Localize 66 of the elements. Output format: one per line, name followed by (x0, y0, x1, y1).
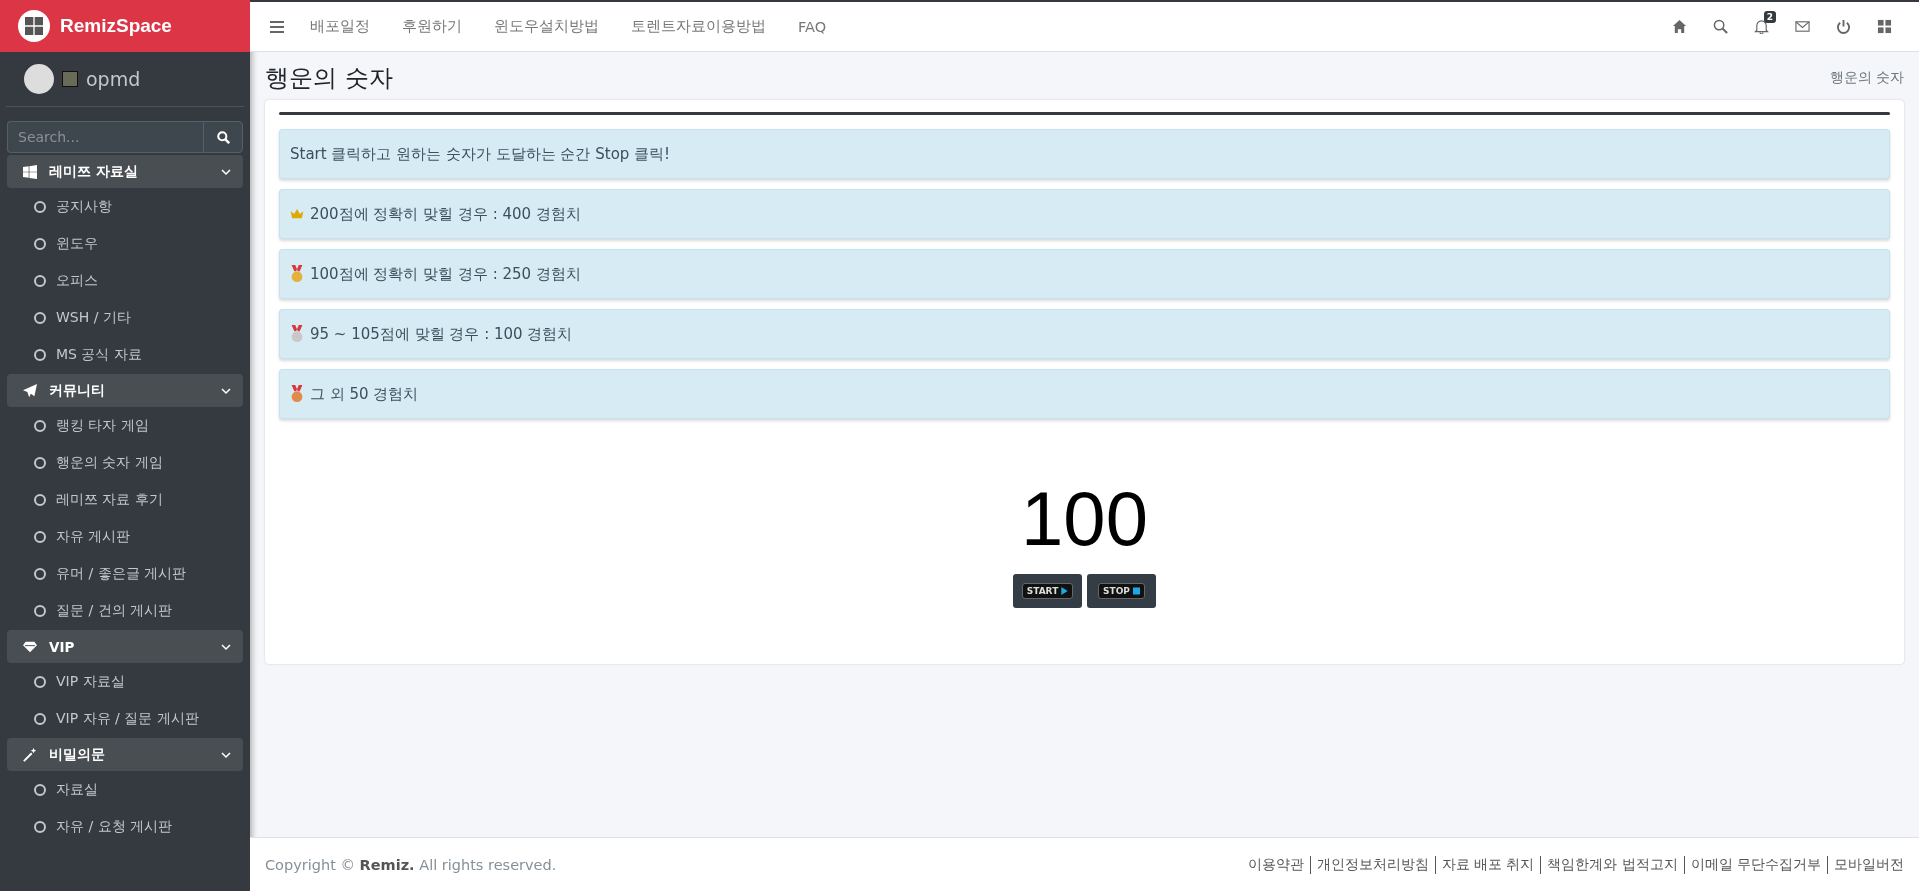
sidebar-item[interactable]: 윈도우 (0, 225, 250, 262)
search-icon[interactable] (1713, 19, 1728, 34)
footer-link[interactable]: 모바일버전 (1827, 855, 1904, 874)
sidebar-item[interactable]: 자료실 (0, 771, 250, 808)
sidebar-item[interactable]: 자유 게시판 (0, 518, 250, 555)
alert-text: 100점에 정확히 맞힐 경우 : 250 경험치 (310, 264, 581, 284)
bell-icon[interactable] (1754, 19, 1769, 34)
sidebar-group[interactable]: 레미쯔 자료실 (7, 155, 243, 188)
user-name[interactable]: opmd (86, 68, 141, 90)
stop-icon (1132, 587, 1140, 595)
nav-link[interactable]: 배포일정 (310, 17, 370, 36)
footer-link[interactable]: 이용약관 (1247, 855, 1304, 874)
menu-icon[interactable] (270, 20, 284, 33)
avatar-placeholder (24, 64, 54, 94)
sidebar-group[interactable]: 커뮤니티 (7, 374, 243, 407)
sidebar-item[interactable]: WSH / 기타 (0, 299, 250, 336)
rank-icon (62, 71, 78, 87)
sidebar-item[interactable]: 질문 / 건의 게시판 (0, 592, 250, 629)
sidebar-item[interactable]: 유머 / 좋은글 게시판 (0, 555, 250, 592)
power-icon[interactable] (1836, 19, 1851, 34)
breadcrumb[interactable]: 행운의 숫자 (1829, 69, 1904, 87)
alert-text: Start 클릭하고 원하는 숫자가 도달하는 순간 Stop 클릭! (290, 144, 671, 164)
alert-text: 200점에 정확히 맞힐 경우 : 400 경험치 (310, 204, 581, 224)
sidebar-item[interactable]: MS 공식 자료 (0, 336, 250, 373)
grid-icon[interactable] (1877, 19, 1892, 34)
search-button[interactable] (203, 121, 243, 153)
sidebar-group[interactable]: VIP (7, 630, 243, 663)
alert-text: 그 외 50 경험치 (310, 384, 419, 404)
stop-button[interactable]: STOP (1087, 574, 1156, 608)
sidebar-item[interactable]: 오피스 (0, 262, 250, 299)
sidebar-item[interactable]: VIP 자료실 (0, 663, 250, 700)
diamond-icon (23, 639, 37, 654)
mail-icon[interactable] (1795, 19, 1810, 34)
page-title: 행운의 숫자 (265, 63, 393, 94)
copyright-text: Copyright © Remiz. All rights reserved. (265, 856, 557, 873)
medal-icon (290, 265, 304, 283)
sidebar-item[interactable]: VIP 자유 / 질문 게시판 (0, 700, 250, 737)
paper-plane-icon (23, 383, 37, 398)
nav-link[interactable]: FAQ (798, 18, 827, 35)
medal-icon (290, 385, 304, 403)
windows-icon (23, 164, 37, 179)
lucky-number: 100 (1020, 475, 1149, 562)
sidebar-item[interactable]: 행운의 숫자 게임 (0, 444, 250, 481)
play-icon (1061, 587, 1069, 595)
medal-icon (290, 325, 304, 343)
footer-link[interactable]: 개인정보처리방침 (1309, 855, 1429, 874)
start-button[interactable]: START (1013, 574, 1082, 608)
nav-link[interactable]: 토렌트자료이용방법 (631, 17, 766, 36)
nav-link[interactable]: 윈도우설치방법 (494, 17, 599, 36)
sidebar-item[interactable]: 자유 / 요청 게시판 (0, 808, 250, 845)
nav-link[interactable]: 후원하기 (402, 17, 462, 36)
notification-badge: 2 (1763, 11, 1776, 23)
home-icon[interactable] (1672, 19, 1687, 34)
brand-name[interactable]: RemizSpace (60, 15, 172, 37)
footer-link[interactable]: 자료 배포 취지 (1434, 855, 1535, 874)
sidebar-search-field[interactable]: Search... (7, 121, 203, 153)
sidebar-item[interactable]: 랭킹 타자 게임 (0, 407, 250, 444)
search-icon (216, 130, 230, 144)
sidebar-item[interactable]: 레미쯔 자료 후기 (0, 481, 250, 518)
footer-link[interactable]: 책임한계와 법적고지 (1540, 855, 1678, 874)
magic-wand-icon (23, 747, 37, 762)
alert-text: 95 ~ 105점에 맞힐 경우 : 100 경험치 (310, 324, 573, 344)
sidebar-group[interactable]: 비밀의문 (7, 738, 243, 771)
windows-logo-icon[interactable] (18, 10, 50, 42)
sidebar-item[interactable]: 공지사항 (0, 188, 250, 225)
footer-link[interactable]: 이메일 무단수집거부 (1683, 855, 1821, 874)
